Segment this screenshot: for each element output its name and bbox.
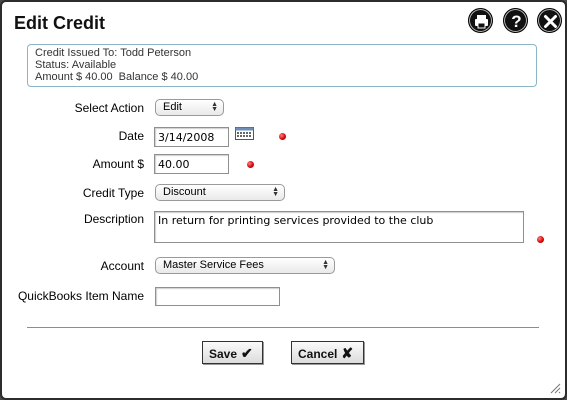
credit-issued-to: Credit Issued To: Todd Peterson <box>35 47 192 59</box>
dropdown-arrows-icon: ▲ ▼ <box>211 101 218 113</box>
save-button[interactable]: Save ✔ <box>202 341 263 364</box>
date-label: Date <box>118 129 144 143</box>
save-label: Save <box>209 347 238 361</box>
checkmark-icon: ✔ <box>241 345 253 361</box>
dropdown-arrows-icon: ▲ ▼ <box>272 186 279 198</box>
resize-grip-icon[interactable] <box>548 381 561 394</box>
required-indicator <box>537 236 544 243</box>
select-action-label: Select Action <box>74 101 144 115</box>
credit-type-value: Discount <box>163 186 206 198</box>
description-field[interactable]: In return for printing services provided… <box>154 211 524 243</box>
select-action-value: Edit <box>163 101 182 113</box>
credit-type-label: Credit Type <box>82 186 144 200</box>
account-dropdown[interactable]: Master Service Fees ▲ ▼ <box>155 257 335 274</box>
divider <box>27 327 539 328</box>
dialog-title: Edit Credit <box>14 13 106 33</box>
x-mark-icon: ✘ <box>341 345 354 361</box>
credit-info-box: Credit Issued To: Todd Peterson Status: … <box>27 44 537 87</box>
close-button[interactable] <box>537 8 562 33</box>
amount-field[interactable] <box>154 154 229 174</box>
credit-balance: Balance $ 40.00 <box>118 71 199 83</box>
close-icon <box>544 15 557 28</box>
select-action-dropdown[interactable]: Edit ▲ ▼ <box>155 99 224 116</box>
print-icon <box>475 15 488 29</box>
required-indicator <box>279 133 286 140</box>
quickbooks-item-label: QuickBooks Item Name <box>17 289 144 303</box>
edit-credit-dialog: Edit Credit ? Credit Issued To: Todd Pet… <box>0 0 567 400</box>
dropdown-arrows-icon: ▲ ▼ <box>322 259 329 271</box>
credit-type-dropdown[interactable]: Discount ▲ ▼ <box>155 184 285 201</box>
quickbooks-item-field[interactable] <box>155 287 280 306</box>
date-field[interactable] <box>154 127 229 147</box>
account-value: Master Service Fees <box>163 259 264 271</box>
cancel-button[interactable]: Cancel ✘ <box>291 341 364 364</box>
help-button[interactable]: ? <box>503 8 528 33</box>
required-indicator <box>247 161 254 168</box>
credit-amount: Amount $ 40.00 <box>35 71 113 83</box>
calendar-icon[interactable] <box>235 127 254 140</box>
print-button[interactable] <box>468 8 493 33</box>
amount-label: Amount $ <box>92 157 144 171</box>
help-icon: ? <box>511 12 521 31</box>
credit-status: Status: Available <box>35 59 117 71</box>
account-label: Account <box>100 259 144 273</box>
credit-amount-balance: Amount $ 40.00 Balance $ 40.00 <box>35 71 529 83</box>
description-label: Description <box>83 212 144 226</box>
svg-text:?: ? <box>511 12 521 31</box>
cancel-label: Cancel <box>298 347 338 361</box>
